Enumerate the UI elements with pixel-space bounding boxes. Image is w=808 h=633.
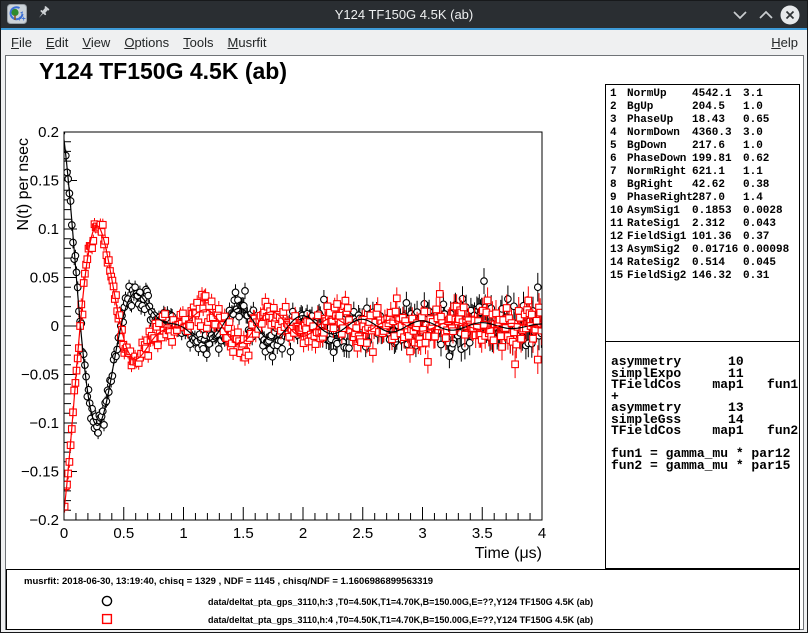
- maximize-button[interactable]: [755, 4, 777, 26]
- menu-item-file[interactable]: File: [11, 35, 32, 50]
- fit-curve-h3: [64, 140, 542, 426]
- window-title: Y124 TF150G 4.5K (ab): [1, 1, 807, 28]
- param-row: 13AsymSig20.017160.00098: [610, 244, 799, 257]
- svg-text:4: 4: [538, 525, 546, 542]
- app-window: ++ Y124 TF150G 4.5K (ab) File Edit View Opt…: [0, 0, 808, 633]
- svg-text:0.05: 0.05: [30, 270, 59, 287]
- param-row: 6PhaseDown199.810.62: [610, 153, 799, 166]
- series-points-h4: [61, 218, 544, 513]
- menu-items: File Edit View Options Tools Musrfit: [11, 30, 267, 55]
- menu-item-tools[interactable]: Tools: [183, 35, 213, 50]
- svg-text:0.1: 0.1: [38, 221, 59, 238]
- legend-row: data/deltat_pta_gps_3110,h:3 ,T0=4.50K,T…: [7, 593, 799, 611]
- fit-curve-h4: [64, 226, 542, 511]
- svg-text:2: 2: [299, 525, 307, 542]
- param-row: 14RateSig20.5140.045: [610, 257, 799, 270]
- menu-item-help[interactable]: Help: [771, 35, 798, 50]
- x-axis-title: Time (μs): [475, 545, 542, 562]
- svg-text:0: 0: [60, 525, 68, 542]
- y-axis-title: N(t) per nsec: [15, 138, 32, 230]
- titlebar[interactable]: ++ Y124 TF150G 4.5K (ab): [1, 1, 807, 28]
- svg-text:0.5: 0.5: [113, 525, 134, 542]
- svg-text:3: 3: [418, 525, 426, 542]
- param-row: 12FieldSig1101.360.37: [610, 231, 799, 244]
- theory-panel: asymmetry 10 simplExpo 11 TFieldCos map1…: [605, 341, 800, 569]
- param-row: 2BgUp204.51.0: [610, 101, 799, 114]
- legend-row: data/deltat_pta_gps_3110,h:4 ,T0=4.50K,T…: [7, 611, 799, 629]
- svg-text:0.2: 0.2: [38, 124, 59, 141]
- fit-parameter-panel: 1NormUp4542.13.12BgUp204.51.03PhaseUp18.…: [605, 84, 800, 346]
- error-bars-h3: [65, 123, 542, 439]
- x-axis-ticks: [64, 507, 542, 520]
- svg-text:0.15: 0.15: [30, 173, 59, 190]
- param-row: 11RateSig12.3120.043: [610, 218, 799, 231]
- svg-text:1: 1: [179, 525, 187, 542]
- minimize-button[interactable]: [729, 4, 751, 26]
- menubar: File Edit View Options Tools Musrfit Help: [1, 30, 807, 55]
- legend-label: data/deltat_pta_gps_3110,h:4 ,T0=4.50K,T…: [208, 615, 593, 625]
- param-row: 3PhaseUp18.430.65: [610, 114, 799, 127]
- menu-item-options[interactable]: Options: [124, 35, 169, 50]
- param-row: 15FieldSig2146.320.31: [610, 270, 799, 283]
- legend-circle-marker: [100, 594, 114, 608]
- svg-text:−0.1: −0.1: [29, 415, 59, 432]
- menu-help: Help: [771, 30, 798, 55]
- svg-text:−0.15: −0.15: [21, 464, 59, 481]
- param-row: 1NormUp4542.13.1: [610, 88, 799, 101]
- param-row: 5BgDown217.61.0: [610, 140, 799, 153]
- param-row: 7NormRight621.11.1: [610, 166, 799, 179]
- svg-text:1.5: 1.5: [233, 525, 254, 542]
- menu-item-view[interactable]: View: [82, 35, 110, 50]
- svg-text:3.5: 3.5: [472, 525, 493, 542]
- series-points-h3: [61, 123, 544, 439]
- legend-square-marker: [100, 612, 114, 626]
- stats-legend-panel: musrfit: 2018-06-30, 13:19:40, chisq = 1…: [6, 569, 800, 630]
- x-tick-labels: 0 0.5 1 1.5 2 2.5 3 3.5 4: [60, 525, 546, 542]
- root-canvas[interactable]: Y124 TF150G 4.5K (ab) 00.511.522.533.540…: [5, 55, 804, 630]
- param-row: 8BgRight42.620.38: [610, 179, 799, 192]
- close-button[interactable]: [779, 4, 801, 26]
- param-row: 4NormDown4360.33.0: [610, 127, 799, 140]
- menu-item-edit[interactable]: Edit: [46, 35, 68, 50]
- svg-text:2.5: 2.5: [352, 525, 373, 542]
- plot-area[interactable]: 0 0.5 1 1.5 2 2.5 3 3.5 4 0.2 0.15 0.1 0.05 0 −0.05 −0.…: [6, 56, 606, 631]
- svg-text:−0.2: −0.2: [29, 512, 59, 529]
- theory-text: asymmetry 10 simplExpo 11 TFieldCos map1…: [611, 356, 799, 471]
- svg-text:0: 0: [51, 318, 59, 335]
- param-row: 10AsymSig10.18530.0028: [610, 205, 799, 218]
- param-row: 9PhaseRight287.01.4: [610, 192, 799, 205]
- legend-label: data/deltat_pta_gps_3110,h:3 ,T0=4.50K,T…: [208, 597, 593, 607]
- menu-item-musrfit[interactable]: Musrfit: [228, 35, 267, 50]
- fit-stats-line: musrfit: 2018-06-30, 13:19:40, chisq = 1…: [24, 576, 433, 587]
- svg-text:−0.05: −0.05: [21, 367, 59, 384]
